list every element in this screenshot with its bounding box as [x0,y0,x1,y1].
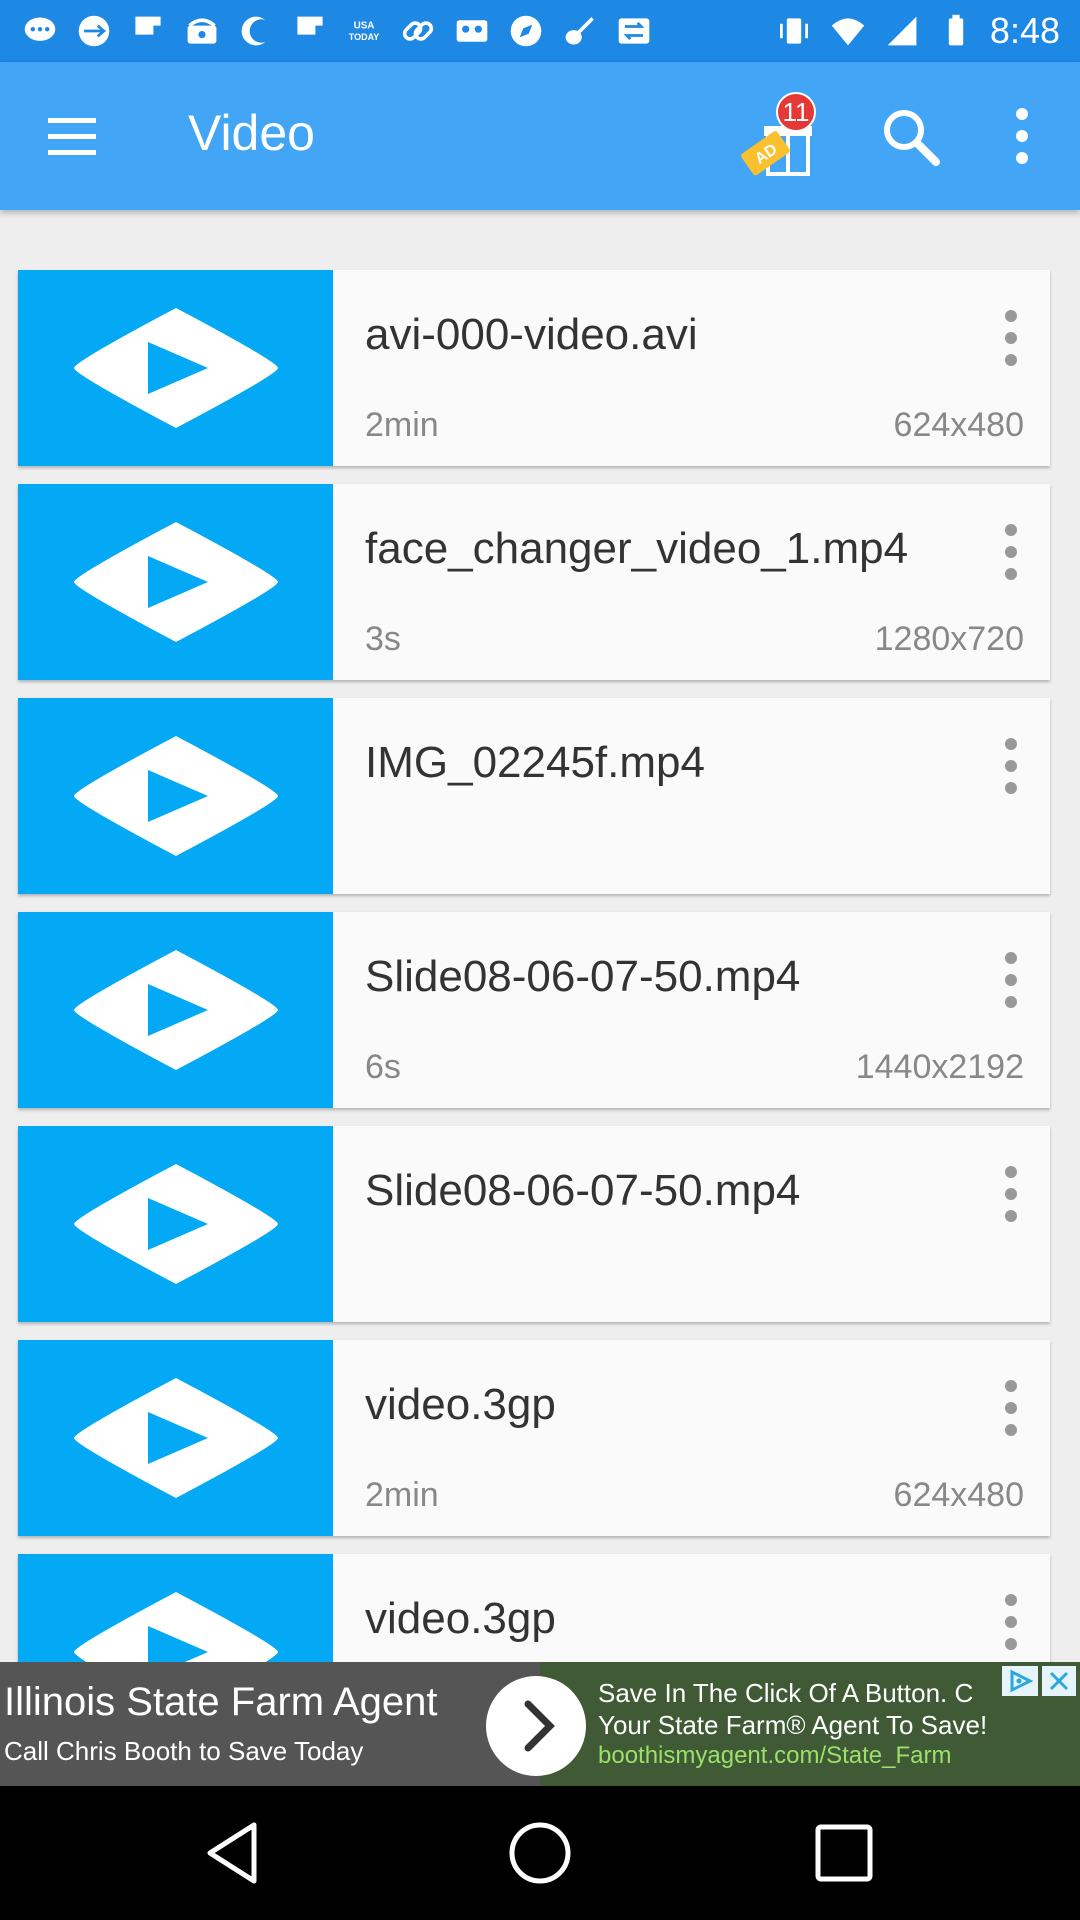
ad-left-panel[interactable]: Illinois State Farm Agent Call Chris Boo… [0,1662,540,1786]
ad-body-line-1[interactable]: Save In The Click Of A Button. C [598,1678,973,1709]
video-duration: 2min [365,406,439,444]
moon-icon [236,11,276,51]
home-icon[interactable] [500,1813,580,1893]
video-item[interactable]: IMG_02245f.mp4 [18,698,1050,894]
battery-icon [936,11,976,51]
video-resolution: 1440x2192 [855,1048,1024,1086]
back-icon[interactable] [196,1813,276,1893]
flipboard-icon [290,11,330,51]
compass-icon [506,11,546,51]
item-more-icon[interactable] [996,734,1026,798]
wifi-icon [828,11,868,51]
overflow-menu-icon[interactable] [1000,102,1044,170]
ad-right-panel[interactable]: Save In The Click Of A Button. C Your St… [540,1662,1080,1786]
video-item[interactable]: face_changer_video_1.mp4 3s 1280x720 [18,484,1050,680]
search-icon[interactable] [880,106,942,168]
usb-icon [74,11,114,51]
play-icon [74,1164,278,1284]
vibrate-icon [774,11,814,51]
navigation-bar [0,1786,1080,1920]
ad-choices-icon[interactable] [1002,1666,1038,1696]
transfer-icon [614,11,654,51]
play-icon [74,1378,278,1498]
video-item[interactable]: video.3gp 2min 624x480 [18,1340,1050,1536]
video-item[interactable]: Slide08-06-07-50.mp4 6s 1440x2192 [18,912,1050,1108]
usa-today-icon: USA TODAY [344,11,384,51]
item-more-icon[interactable] [996,948,1026,1012]
item-more-icon[interactable] [996,306,1026,370]
video-list[interactable]: avi-000-video.avi 2min 624x480 face_chan… [0,210,1080,1662]
video-thumbnail[interactable] [18,1340,333,1536]
signal-icon [882,11,922,51]
chevron-right-icon[interactable] [486,1676,586,1776]
video-filename: video.3gp [365,1594,556,1643]
video-thumbnail[interactable] [18,698,333,894]
play-icon [74,1592,278,1662]
item-more-icon[interactable] [996,1376,1026,1440]
ad-close-icon[interactable] [1042,1666,1076,1696]
video-resolution: 624x480 [893,406,1024,444]
item-more-icon[interactable] [996,1162,1026,1226]
video-duration: 6s [365,1048,401,1086]
video-item[interactable]: video.3gp [18,1554,1050,1662]
notification-icons: USA TODAY [20,8,654,54]
video-filename: video.3gp [365,1380,556,1429]
chat-bubble-icon [20,11,60,51]
ad-headline[interactable]: Illinois State Farm Agent [4,1680,438,1725]
clock: 8:48 [989,10,1060,51]
svg-text:USA: USA [354,20,375,31]
video-thumbnail[interactable] [18,1554,333,1662]
video-filename: IMG_02245f.mp4 [365,738,705,787]
item-more-icon[interactable] [996,1590,1026,1654]
link-icon [398,11,438,51]
ad-body-line-2[interactable]: Your State Farm® Agent To Save! [598,1710,987,1741]
video-filename: Slide08-06-07-50.mp4 [365,1166,801,1215]
video-filename: avi-000-video.avi [365,310,698,359]
notification-badge: 11 [776,92,816,132]
app-bar: Video AD 11 [0,62,1080,210]
video-thumbnail[interactable] [18,1126,333,1322]
video-resolution: 1280x720 [874,620,1024,658]
item-more-icon[interactable] [996,520,1026,584]
play-icon [74,308,278,428]
video-thumbnail[interactable] [18,912,333,1108]
video-thumbnail[interactable] [18,484,333,680]
play-icon [74,736,278,856]
guitar-icon [560,11,600,51]
status-bar: USA TODAY 8:48 [0,0,1080,62]
play-icon [74,522,278,642]
ad-banner[interactable]: Illinois State Farm Agent Call Chris Boo… [0,1662,1080,1786]
video-duration: 2min [365,1476,439,1514]
hamburger-menu-icon[interactable] [40,106,104,166]
phone-icon [182,11,222,51]
video-thumbnail[interactable] [18,270,333,466]
video-item[interactable]: avi-000-video.avi 2min 624x480 [18,270,1050,466]
page-title: Video [188,105,315,161]
system-status: 8:48 [774,0,1060,62]
recent-apps-icon[interactable] [804,1813,884,1893]
ad-subline[interactable]: Call Chris Booth to Save Today [4,1736,363,1767]
cassette-icon [452,11,492,51]
video-filename: face_changer_video_1.mp4 [365,524,909,573]
video-item[interactable]: Slide08-06-07-50.mp4 [18,1126,1050,1322]
svg-text:TODAY: TODAY [349,32,380,42]
video-duration: 3s [365,620,401,658]
flipboard-icon [128,11,168,51]
video-filename: Slide08-06-07-50.mp4 [365,952,801,1001]
play-icon [74,950,278,1070]
video-resolution: 624x480 [893,1476,1024,1514]
ad-url[interactable]: boothismyagent.com/State_Farm [598,1742,952,1770]
